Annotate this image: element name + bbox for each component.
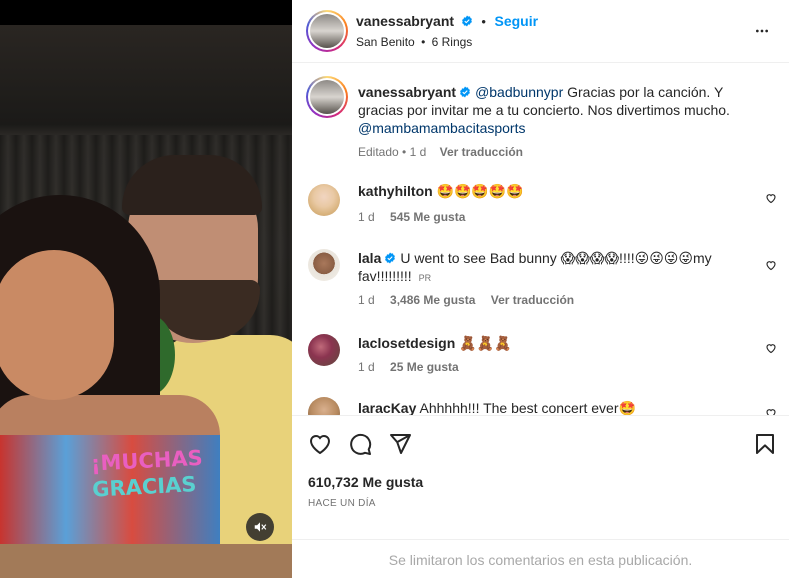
post-panel: vanessabryant • Seguir San Benito • 6 Ri… xyxy=(292,0,789,578)
comment-item: lala U went to see Bad bunny 😱😱😱😱!!!!😜😜😜… xyxy=(292,249,789,319)
heart-icon[interactable] xyxy=(308,432,332,456)
comment-avatar-kathyhilton[interactable] xyxy=(308,184,340,216)
caption-avatar[interactable] xyxy=(306,76,348,118)
person-left-face xyxy=(0,250,114,400)
comment-body: 🤩🤩🤩🤩🤩 xyxy=(436,183,524,199)
comment-username[interactable]: lala xyxy=(358,250,381,266)
likes-count[interactable]: 610,732 Me gusta xyxy=(308,474,423,490)
comment-like-heart-icon[interactable] xyxy=(765,342,777,354)
mute-button[interactable] xyxy=(246,513,274,541)
edited-label: Editado xyxy=(358,145,399,159)
comment-username[interactable]: kathyhilton xyxy=(358,183,433,199)
comments-scroll-area[interactable]: vanessabryant @badbunnypr Gracias por la… xyxy=(292,64,789,415)
mention-badbunnypr[interactable]: @badbunnypr xyxy=(475,84,563,100)
bookmark-icon[interactable] xyxy=(753,432,777,456)
comment-item: kathyhilton 🤩🤩🤩🤩🤩 1 d 545 Me gusta xyxy=(292,182,789,232)
comment-like-heart-icon[interactable] xyxy=(765,192,777,204)
comment-item: laracKay Ahhhhh!!! The best concert ever… xyxy=(292,397,789,415)
comment-text: laclosetdesign 🧸🧸🧸 xyxy=(358,334,758,352)
paid-partnership-badge: PR xyxy=(418,273,432,283)
comment-meta: 1 d 545 Me gusta xyxy=(358,210,465,224)
meta-dot: • xyxy=(402,145,407,159)
comment-like-heart-icon[interactable] xyxy=(765,259,777,271)
more-icon[interactable] xyxy=(751,23,773,39)
mute-icon xyxy=(254,522,267,532)
comment-body: U went to see Bad bunny 😱😱😱😱!!!!😜😜😜😜my f… xyxy=(358,250,712,284)
audio-link[interactable]: 6 Rings xyxy=(432,35,473,49)
header-dot: • xyxy=(481,14,486,29)
comment-icon[interactable] xyxy=(348,432,372,456)
comment-time[interactable]: 1 d xyxy=(358,360,375,374)
caption-time[interactable]: 1 d xyxy=(410,145,427,159)
comment-meta: 1 d 25 Me gusta xyxy=(358,360,459,374)
comment-likes[interactable]: 3,486 Me gusta xyxy=(390,293,475,307)
comments-limited-notice: Se limitaron los comentarios en esta pub… xyxy=(292,539,789,579)
comment-translate-button[interactable]: Ver traducción xyxy=(491,293,574,307)
comment-text: lala U went to see Bad bunny 😱😱😱😱!!!!😜😜😜… xyxy=(358,249,758,287)
caption-meta: Editado • 1 d Ver traducción xyxy=(358,145,523,159)
author-username[interactable]: vanessabryant xyxy=(356,13,454,29)
mention-mambamambacitasports[interactable]: @mambamambacitasports xyxy=(358,120,526,136)
comment-meta: 1 d 3,486 Me gusta Ver traducción xyxy=(358,293,574,307)
sticker-line-2: GRACIAS xyxy=(91,472,198,502)
comment-time[interactable]: 1 d xyxy=(358,210,375,224)
share-icon[interactable] xyxy=(388,432,412,456)
author-avatar[interactable] xyxy=(306,10,348,52)
caption-username[interactable]: vanessabryant xyxy=(358,84,456,100)
post-time[interactable]: HACE UN DÍA xyxy=(308,498,376,509)
comment-text: laracKay Ahhhhh!!! The best concert ever… xyxy=(358,399,758,415)
follow-button[interactable]: Seguir xyxy=(495,13,539,29)
comment-avatar-lala[interactable] xyxy=(308,249,340,281)
comment-avatar-laclosetdesign[interactable] xyxy=(308,334,340,366)
comment-item: laclosetdesign 🧸🧸🧸 1 d 25 Me gusta xyxy=(292,332,789,382)
verified-icon xyxy=(461,15,472,27)
comment-username[interactable]: laracKay xyxy=(358,400,416,415)
comment-likes[interactable]: 545 Me gusta xyxy=(390,210,465,224)
header-subtitle: San Benito • 6 Rings xyxy=(356,35,472,49)
comment-text: kathyhilton 🤩🤩🤩🤩🤩 xyxy=(358,182,758,200)
comment-avatar-laracKay[interactable] xyxy=(308,397,340,415)
header-title-row: vanessabryant • Seguir xyxy=(356,13,538,29)
verified-icon xyxy=(385,252,396,264)
action-bar: 610,732 Me gusta HACE UN DÍA Se limitaro… xyxy=(292,415,789,578)
caption-text: vanessabryant @badbunnypr Gracias por la… xyxy=(358,83,768,137)
verified-icon xyxy=(460,86,471,98)
comment-time[interactable]: 1 d xyxy=(358,293,375,307)
floor xyxy=(0,544,292,578)
subtitle-dot: • xyxy=(421,35,426,49)
muchas-gracias-sticker: ¡MUCHAS GRACIAS xyxy=(90,445,203,520)
post-media[interactable]: ¡MUCHAS GRACIAS xyxy=(0,0,292,578)
post-header: vanessabryant • Seguir San Benito • 6 Ri… xyxy=(292,0,789,63)
comment-likes[interactable]: 25 Me gusta xyxy=(390,360,459,374)
caption-translate-button[interactable]: Ver traducción xyxy=(440,145,523,159)
comment-body: 🧸🧸🧸 xyxy=(459,335,512,351)
comment-body: Ahhhhh!!! The best concert ever🤩 xyxy=(419,400,636,415)
comment-username[interactable]: laclosetdesign xyxy=(358,335,455,351)
caption-block: vanessabryant @badbunnypr Gracias por la… xyxy=(292,64,789,174)
comment-like-heart-icon[interactable] xyxy=(765,407,777,415)
location-link[interactable]: San Benito xyxy=(356,35,415,49)
